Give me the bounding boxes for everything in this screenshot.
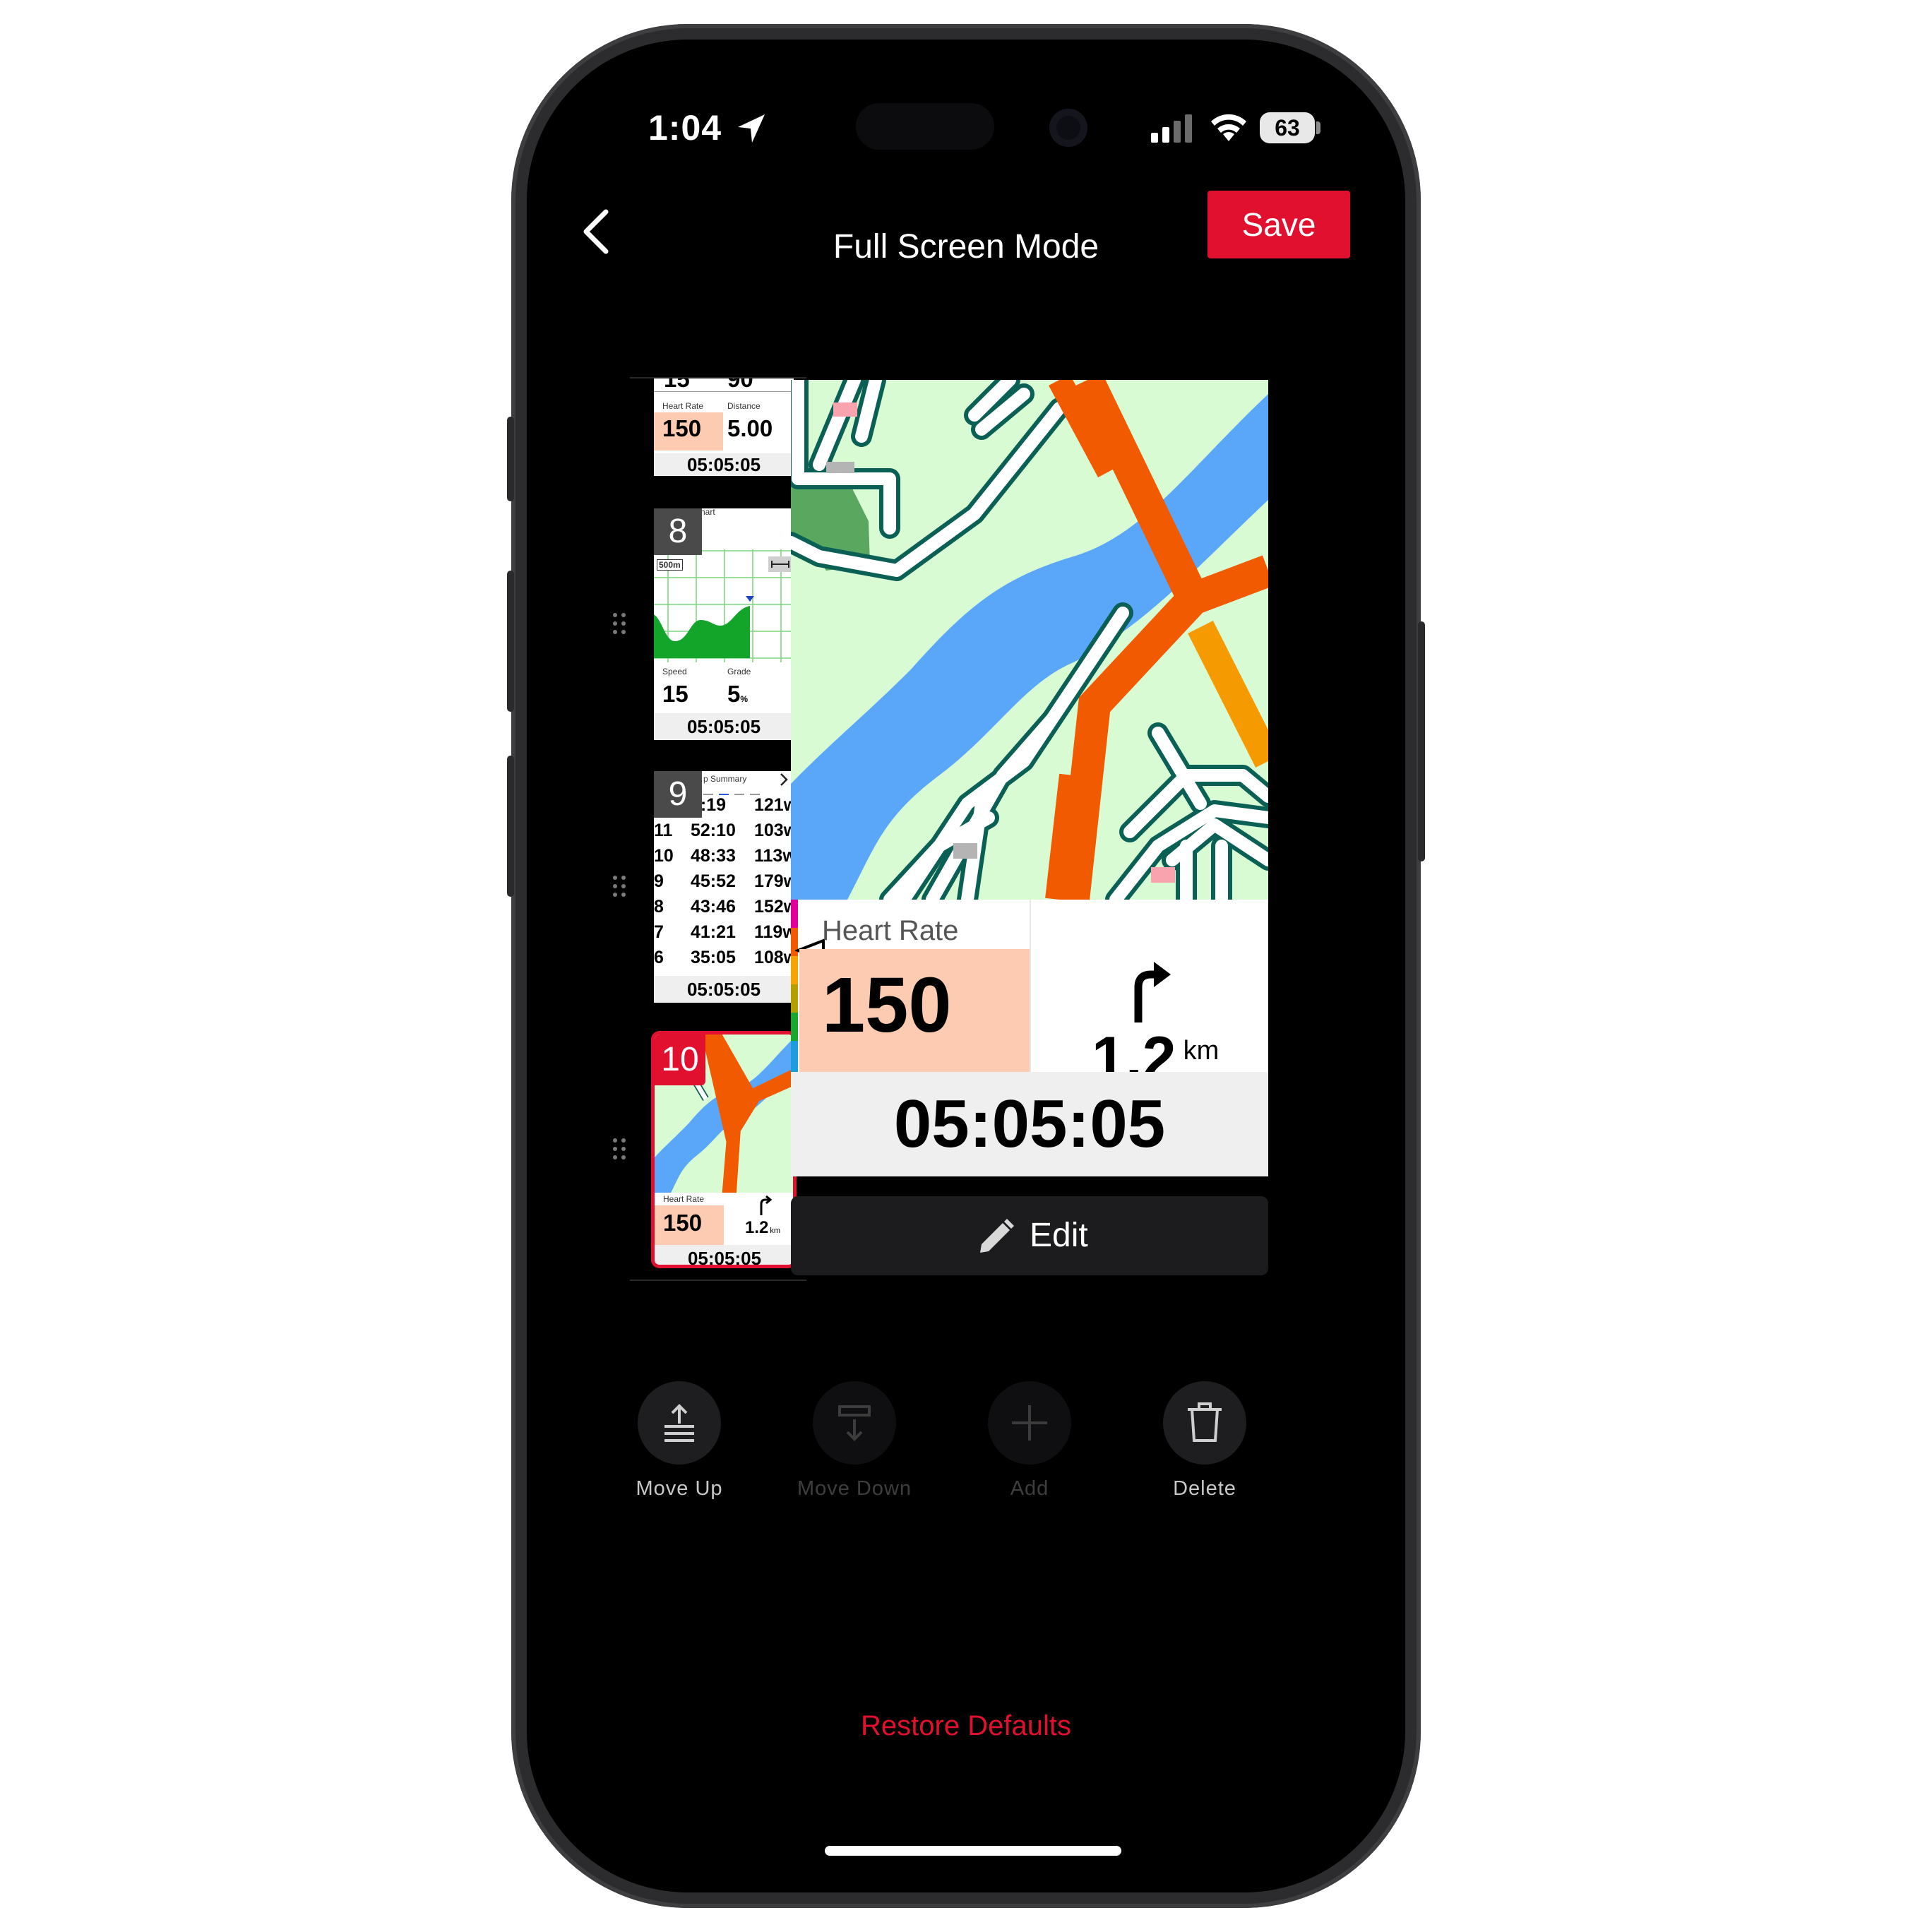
trash-icon bbox=[1188, 1402, 1222, 1442]
move-down-label: Move Down bbox=[797, 1477, 912, 1500]
turn-right-arrow-icon bbox=[760, 1195, 773, 1215]
page-number-badge: 9 bbox=[654, 771, 702, 818]
thumb-heart-rate-value: 150 bbox=[663, 1210, 703, 1236]
summary-power: 103w bbox=[754, 821, 794, 840]
page-list[interactable]: 15 90 Heart Rate Distance 150 5.00 05:05… bbox=[630, 377, 806, 1281]
summary-power: 113w bbox=[754, 846, 794, 866]
thumb-scale-label: 500m bbox=[657, 559, 683, 571]
summary-power: 119w bbox=[754, 922, 794, 942]
thumb-divider bbox=[654, 391, 794, 392]
page-thumbnail-9[interactable]: p Summary 5:19 121w 11 52:10 103w 10 48:33 113w… bbox=[654, 771, 794, 1003]
thumb-clock: 05:05:05 bbox=[654, 713, 794, 740]
thumb-heart-rate-value: 150 bbox=[662, 415, 702, 441]
thumb-chart-label: hart bbox=[700, 508, 715, 517]
chevron-right-icon bbox=[780, 773, 788, 786]
power-button bbox=[1418, 621, 1425, 861]
summary-lap: 9 bbox=[654, 871, 664, 891]
summary-lap: 11 bbox=[654, 821, 673, 840]
summary-power: 108w bbox=[754, 948, 794, 967]
summary-lap: 10 bbox=[654, 846, 674, 866]
turn-right-arrow-icon bbox=[1134, 962, 1171, 1022]
plus-icon bbox=[1012, 1405, 1047, 1441]
dynamic-island bbox=[856, 103, 994, 150]
thumb-summary-title: p Summary bbox=[703, 774, 747, 784]
delete-label: Delete bbox=[1173, 1477, 1236, 1500]
edit-button-label: Edit bbox=[1030, 1217, 1088, 1254]
restore-defaults-button[interactable]: Restore Defaults bbox=[527, 1710, 1405, 1742]
page-number-badge: 8 bbox=[654, 508, 702, 555]
thumb-heart-rate-label: Heart Rate bbox=[663, 1194, 705, 1204]
summary-time: 35:05 bbox=[691, 948, 736, 967]
route-map bbox=[791, 380, 1268, 900]
cellular-signal-icon bbox=[1151, 114, 1192, 143]
thumb-grade-label: Grade bbox=[727, 667, 751, 676]
thumb-distance-value: 5.00 bbox=[727, 415, 773, 441]
summary-time: 52:10 bbox=[691, 821, 736, 840]
turn-distance-unit: km bbox=[1183, 1036, 1220, 1066]
wifi-icon bbox=[1211, 114, 1246, 141]
thumb-heart-rate-label: Heart Rate bbox=[662, 401, 704, 411]
thumb-clock: 05:05:05 bbox=[655, 1245, 793, 1265]
delete-button[interactable]: Delete bbox=[1162, 1381, 1247, 1500]
summary-time: 43:46 bbox=[691, 897, 736, 917]
battery-cap bbox=[1316, 121, 1320, 134]
battery-indicator: 63 bbox=[1260, 112, 1315, 143]
home-indicator[interactable] bbox=[825, 1846, 1121, 1856]
action-button bbox=[507, 417, 514, 501]
summary-power: 179w bbox=[754, 871, 794, 891]
summary-lap: 8 bbox=[654, 897, 664, 917]
location-arrow-icon bbox=[737, 114, 765, 143]
summary-time: 48:33 bbox=[691, 846, 736, 866]
thumb-distance-unit: km bbox=[770, 1227, 781, 1235]
summary-lap: 7 bbox=[654, 922, 664, 942]
thumb-grade-value: 90 bbox=[727, 378, 753, 392]
heart-rate-value: 150 bbox=[822, 962, 952, 1049]
page-thumbnail-7[interactable]: 15 90 Heart Rate Distance 150 5.00 05:05… bbox=[654, 378, 794, 476]
thumb-distance-value: 1.2 bbox=[745, 1218, 769, 1237]
thumb-grade-value: 5 bbox=[727, 681, 741, 707]
status-time: 1:04 bbox=[648, 107, 766, 148]
thumb-speed-value: 15 bbox=[664, 378, 690, 392]
volume-down-button bbox=[507, 756, 514, 897]
move-up-button[interactable]: Move Up bbox=[636, 1381, 722, 1500]
heart-rate-zone-bar bbox=[791, 900, 798, 1072]
thumb-grade-unit: % bbox=[740, 694, 749, 704]
summary-power: 152w bbox=[754, 897, 794, 917]
save-button[interactable]: Save bbox=[1208, 191, 1350, 258]
move-down-button: Move Down bbox=[797, 1381, 911, 1500]
drag-handle-icon[interactable] bbox=[613, 1138, 626, 1159]
heart-rate-label: Heart Rate bbox=[822, 915, 959, 946]
summary-lap: 6 bbox=[654, 948, 664, 967]
thumb-clock: 05:05:05 bbox=[654, 976, 794, 1003]
edit-button[interactable]: Edit bbox=[791, 1196, 1268, 1275]
add-label: Add bbox=[1010, 1477, 1049, 1500]
summary-time: 45:52 bbox=[691, 871, 736, 891]
move-up-icon bbox=[664, 1404, 694, 1442]
page-number-badge: 10 bbox=[655, 1034, 705, 1085]
thumb-distance-label: Distance bbox=[727, 401, 761, 411]
add-button: Add bbox=[987, 1381, 1072, 1500]
elapsed-time: 05:05:05 bbox=[791, 1072, 1268, 1176]
volume-up-button bbox=[507, 571, 514, 712]
thumb-speed-label: Speed bbox=[662, 667, 687, 676]
drag-handle-icon[interactable] bbox=[613, 876, 626, 897]
page-preview: Heart Rate 150 1.2 km 05:05:05 bbox=[791, 380, 1268, 1176]
drag-handle-icon[interactable] bbox=[613, 613, 626, 634]
pencil-icon bbox=[980, 1219, 1014, 1253]
page-thumbnail-10[interactable]: Heart Rate 150 1.2 km 05:05:05 10 bbox=[651, 1031, 797, 1268]
move-down-icon bbox=[838, 1405, 871, 1441]
front-camera bbox=[1049, 109, 1087, 147]
phone-screen: 1:04 63 Full Screen Mode Save 15 90 Hear… bbox=[527, 40, 1405, 1892]
thumb-speed-value: 15 bbox=[662, 681, 688, 707]
move-up-label: Move Up bbox=[636, 1477, 723, 1500]
field-divider bbox=[1030, 900, 1031, 1072]
page-thumbnail-8[interactable]: hart 500m Speed Grade 15 5% 05:05:05 8 bbox=[654, 508, 794, 740]
summary-power: 121w bbox=[754, 795, 794, 815]
summary-time: 41:21 bbox=[691, 922, 736, 942]
thumb-clock: 05:05:05 bbox=[654, 453, 794, 476]
